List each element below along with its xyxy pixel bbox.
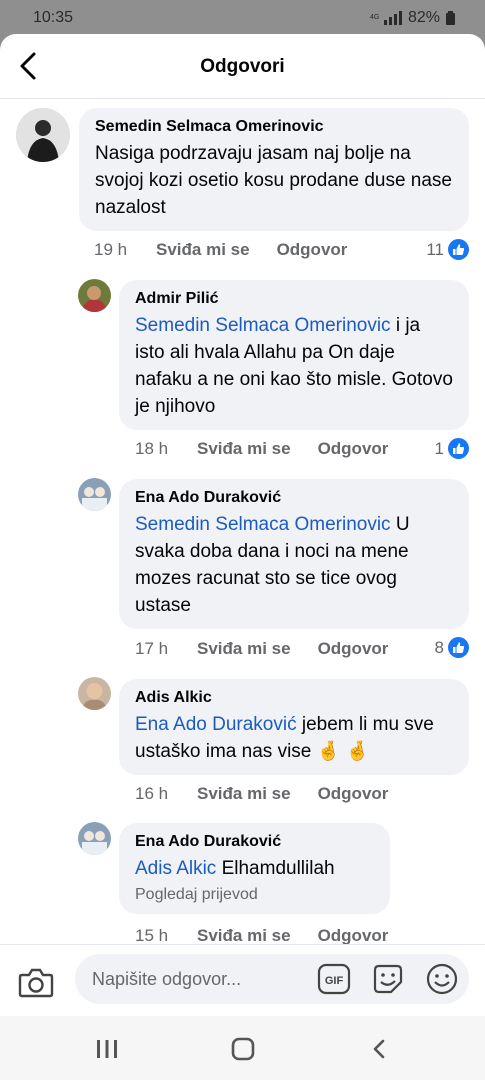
mention-link[interactable]: Semedin Selmaca Omerinovic [135,315,391,336]
battery-percent: 82% [407,9,440,26]
emoji: 🤞 🤞 [316,741,370,762]
mention-link[interactable]: Semedin Selmaca Omerinovic [135,514,391,535]
status-time: 10:35 [33,9,74,26]
comment-text: Ena Ado Duraković jebem li mu sve ustašk… [135,714,434,762]
reply-composer: Napišite odgovor... GIF [0,944,485,1016]
comment-time: 15 h [135,926,169,945]
reply-link[interactable]: Odgovor [277,240,348,260]
status-bar: 10:35 4G 82% [0,0,485,36]
like-link[interactable]: Sviđa mi se [197,439,291,459]
home-icon[interactable] [230,1037,256,1061]
like-link[interactable]: Sviđa mi se [156,240,250,260]
recent-apps-icon[interactable] [95,1038,119,1060]
page-title: Odgovori [200,56,285,77]
comment-time: 19 h [94,240,128,259]
comment-bubble: Adis Alkic Ena Ado Duraković jebem li mu… [119,679,469,775]
reaction-count[interactable]: 1 [435,438,469,459]
comment-author[interactable]: Ena Ado Duraković [135,833,374,851]
android-nav-bar [0,1016,485,1080]
comment-actions: 17 h Sviđa mi se Odgovor [135,639,415,659]
comment-bubble: Admir Pilić Semedin Selmaca Omerinovic i… [119,280,469,430]
reply-link[interactable]: Odgovor [318,926,389,946]
comment-author[interactable]: Adis Alkic [135,689,453,707]
comment-actions: 18 h Sviđa mi se Odgovor [135,439,415,459]
comment-actions: 16 h Sviđa mi se Odgovor [135,784,415,804]
avatar[interactable] [78,279,111,312]
header: Odgovori [0,34,485,99]
comment-bubble: Ena Ado Duraković Semedin Selmaca Omerin… [119,479,469,629]
camera-icon[interactable] [18,965,54,999]
avatar[interactable] [16,108,70,162]
reply-placeholder: Napišite odgovor... [92,969,242,989]
comment-text: Nasiga podrzavaju jasam naj bolje na svo… [95,143,453,218]
comment-author[interactable]: Admir Pilić [135,290,453,308]
comment-author[interactable]: Semedin Selmaca Omerinovic [95,118,453,136]
comment-time: 16 h [135,784,169,803]
like-link[interactable]: Sviđa mi se [197,926,291,946]
thumbs-up-icon [448,239,469,260]
comment-text: Semedin Selmaca Omerinovic i ja isto ali… [135,315,453,417]
reaction-number: 11 [426,239,444,259]
emoji-icon[interactable] [425,962,459,996]
comment-bubble: Ena Ado Duraković Adis Alkic Elhamdullil… [119,823,390,914]
reply-link[interactable]: Odgovor [318,639,389,659]
comment-author[interactable]: Ena Ado Duraković [135,489,453,507]
reply-link[interactable]: Odgovor [318,439,389,459]
avatar[interactable] [78,822,111,855]
like-link[interactable]: Sviđa mi se [197,784,291,804]
sticker-icon[interactable] [371,962,405,996]
signal-icon: 4G [370,11,402,25]
avatar[interactable] [78,478,111,511]
gif-icon[interactable]: GIF [317,963,351,995]
see-translation-link[interactable]: Pogledaj prijevod [135,886,374,904]
like-link[interactable]: Sviđa mi se [197,639,291,659]
avatar[interactable] [78,677,111,710]
reaction-count[interactable]: 11 [426,239,469,260]
reply-link[interactable]: Odgovor [318,784,389,804]
svg-text:4G: 4G [370,14,379,21]
replies-sheet: Odgovori Semedin Selmaca Omerinovic Nasi… [0,34,485,1016]
comment-time: 17 h [135,639,169,658]
thumbs-up-icon [448,438,469,459]
mention-link[interactable]: Ena Ado Duraković [135,714,297,735]
comment-actions: 15 h Sviđa mi se Odgovor [135,926,415,946]
mention-link[interactable]: Adis Alkic [135,858,216,879]
comment-text: Adis Alkic Elhamdullilah [135,858,335,879]
thumbs-up-icon [448,637,469,658]
reply-input[interactable]: Napišite odgovor... GIF [75,954,469,1004]
comment-bubble: Semedin Selmaca Omerinovic Nasiga podrza… [79,108,469,231]
reaction-number: 1 [434,438,444,458]
comment-time: 18 h [135,439,169,458]
back-icon[interactable] [370,1038,388,1060]
gif-label: GIF [325,975,344,987]
comment-text: Semedin Selmaca Omerinovic U svaka doba … [135,514,410,616]
battery-icon [446,11,455,25]
comment-actions: 19 h Sviđa mi se Odgovor [94,240,374,260]
reaction-count[interactable]: 8 [435,637,469,658]
reaction-number: 8 [434,637,444,657]
